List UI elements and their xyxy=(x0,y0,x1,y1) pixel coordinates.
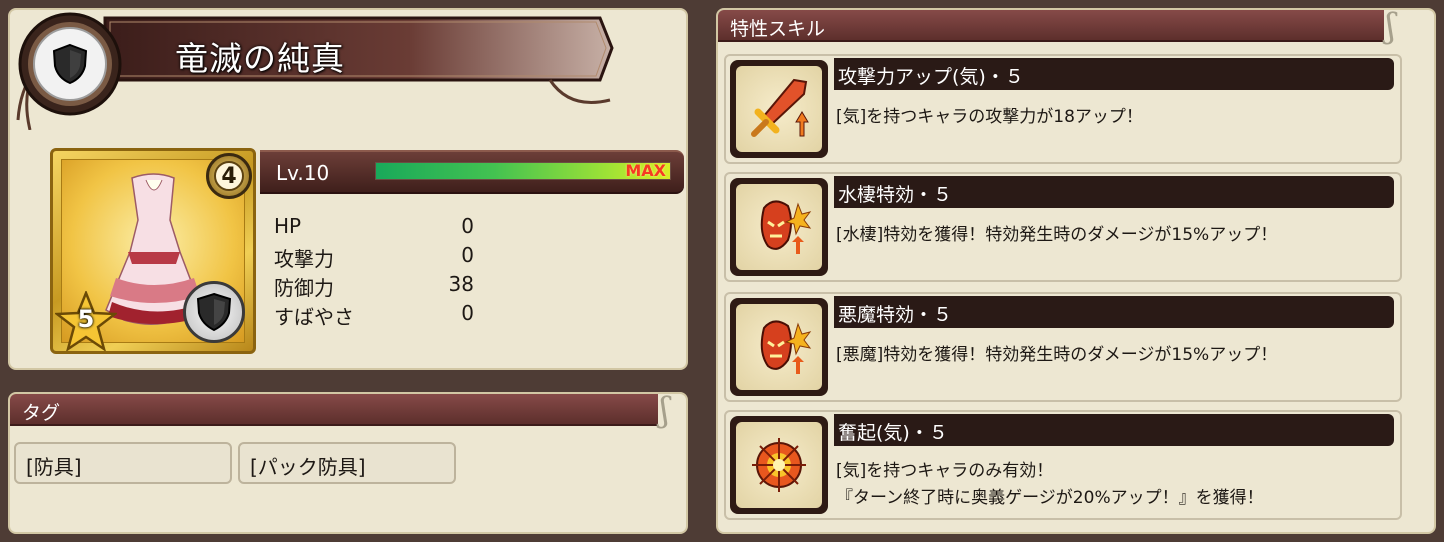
skills-panel: 特性スキル ʃ 攻撃力アップ(気)・５ [気]を持つキャラの攻撃力が18アップ！ xyxy=(716,6,1436,534)
title-banner: 竜滅の純真 xyxy=(10,10,620,131)
skill-item[interactable]: 水棲特効・５ [水棲]特効を獲得！特効発生時のダメージが15%アップ！ xyxy=(724,172,1402,282)
item-name: 竜滅の純真 xyxy=(175,39,345,78)
skill-desc-line: [水棲]特効を獲得！特効発生時のダメージが15%アップ！ xyxy=(836,225,1278,245)
skills-header: 特性スキル xyxy=(718,10,1384,42)
item-detail-panel: 竜滅の純真 4 5 Lv.10 MAX HP 0 攻撃力 0 防御力 38 すば… xyxy=(8,8,688,370)
skill-desc-line: 『ターン終了時に奥義ゲージが20%アップ！』を獲得！ xyxy=(836,488,1264,508)
demon-face-icon xyxy=(760,320,812,374)
tags-header: タグ xyxy=(10,394,658,426)
stat-row-speed: すばやさ 0 xyxy=(274,301,474,330)
skill-item[interactable]: 奮起(気)・５ [気]を持つキャラのみ有効！ 『ターン終了時に奥義ゲージが20%… xyxy=(724,410,1402,520)
skill-desc-line: [悪魔]特効を獲得！特効発生時のダメージが15%アップ！ xyxy=(836,345,1278,365)
skill-icon-frame xyxy=(730,298,828,396)
skill-description: [水棲]特効を獲得！特効発生時のダメージが15%アップ！ xyxy=(836,222,1396,249)
rarity-star-badge: 5 xyxy=(53,289,119,351)
shield-icon xyxy=(196,292,232,332)
skill-description: [気]を持つキャラの攻撃力が18アップ！ xyxy=(836,104,1396,131)
stat-label: すばやさ xyxy=(274,305,354,329)
burst-emblem-icon xyxy=(752,438,806,492)
shield-icon xyxy=(52,43,88,85)
skill-name: 奮起(気)・５ xyxy=(834,414,1394,446)
sword-icon xyxy=(751,78,809,137)
stat-value: 0 xyxy=(461,214,474,238)
stat-label: HP xyxy=(274,214,302,238)
curl-ornament-icon: ʃ xyxy=(1386,6,1396,46)
stats-list: HP 0 攻撃力 0 防御力 38 すばやさ 0 xyxy=(274,214,474,330)
skill-icon-frame xyxy=(730,416,828,514)
stat-value: 38 xyxy=(448,272,474,296)
card-level-number: 4 xyxy=(214,161,244,191)
exp-gauge: MAX xyxy=(375,161,671,180)
curl-ornament-icon: ʃ xyxy=(660,390,670,430)
stat-value: 0 xyxy=(461,301,474,325)
item-card[interactable]: 4 5 xyxy=(50,148,256,354)
card-type-badge xyxy=(183,281,245,343)
tag-chip[interactable]: [防具] xyxy=(14,442,232,484)
stat-row-defense: 防御力 38 xyxy=(274,272,474,301)
level-bar: Lv.10 MAX xyxy=(260,150,684,194)
skill-name: 悪魔特効・５ xyxy=(834,296,1394,328)
stat-row-hp: HP 0 xyxy=(274,214,474,243)
skill-name: 攻撃力アップ(気)・５ xyxy=(834,58,1394,90)
tag-chip[interactable]: [パック防具] xyxy=(238,442,456,484)
skill-item[interactable]: 攻撃力アップ(気)・５ [気]を持つキャラの攻撃力が18アップ！ xyxy=(724,54,1402,164)
tags-header-label: タグ xyxy=(22,402,61,424)
demon-face-icon xyxy=(760,200,812,254)
stat-row-attack: 攻撃力 0 xyxy=(274,243,474,272)
stat-value: 0 xyxy=(461,243,474,267)
skill-description: [悪魔]特効を獲得！特効発生時のダメージが15%アップ！ xyxy=(836,342,1396,369)
skills-header-label: 特性スキル xyxy=(730,18,826,40)
skill-item[interactable]: 悪魔特効・５ [悪魔]特効を獲得！特効発生時のダメージが15%アップ！ xyxy=(724,292,1402,402)
skill-desc-line: [気]を持つキャラのみ有効！ xyxy=(836,461,1054,481)
skill-description: [気]を持つキャラのみ有効！ 『ターン終了時に奥義ゲージが20%アップ！』を獲得… xyxy=(836,458,1396,512)
skill-icon-frame xyxy=(730,178,828,276)
card-level-badge: 4 xyxy=(206,153,252,199)
skill-desc-line: [気]を持つキャラの攻撃力が18アップ！ xyxy=(836,107,1143,127)
level-label: Lv.10 xyxy=(276,161,330,185)
skill-name: 水棲特効・５ xyxy=(834,176,1394,208)
stat-label: 防御力 xyxy=(274,276,334,300)
tags-panel: タグ ʃ [防具] [パック防具] xyxy=(8,390,688,534)
rarity-number: 5 xyxy=(77,305,95,333)
skill-icon-frame xyxy=(730,60,828,158)
exp-max-label: MAX xyxy=(625,161,666,180)
stat-label: 攻撃力 xyxy=(274,247,334,271)
